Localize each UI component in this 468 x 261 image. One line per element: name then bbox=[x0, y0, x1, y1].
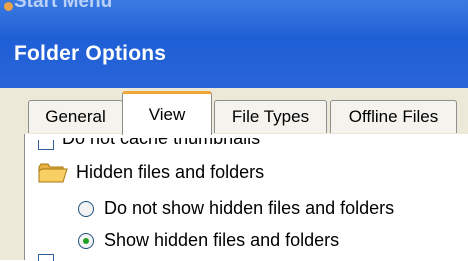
tab-file-types[interactable]: File Types bbox=[214, 100, 327, 133]
tab-offline-files-label: Offline Files bbox=[348, 107, 439, 126]
start-menu-icon bbox=[4, 2, 13, 11]
tab-general[interactable]: General bbox=[28, 100, 123, 133]
title-bar[interactable]: Start Menu Folder Options bbox=[0, 0, 468, 88]
option-label: Do not show hidden files and folders bbox=[104, 198, 395, 218]
tab-file-types-label: File Types bbox=[231, 107, 310, 126]
tab-view[interactable]: View bbox=[122, 91, 212, 135]
checkbox-icon[interactable] bbox=[38, 140, 54, 150]
folder-icon bbox=[38, 163, 68, 183]
window-title: Folder Options bbox=[14, 42, 167, 65]
tab-offline-files[interactable]: Offline Files bbox=[330, 100, 457, 133]
radio-button-icon[interactable] bbox=[78, 200, 94, 217]
background-window-title: Start Menu bbox=[14, 0, 113, 12]
tab-general-label: General bbox=[45, 107, 106, 126]
hidden-files-group: Hidden files and folders bbox=[38, 162, 264, 183]
option-label: Show hidden files and folders bbox=[104, 230, 340, 250]
tab-view-label: View bbox=[148, 104, 186, 124]
option-show-hidden[interactable]: Show hidden files and folders bbox=[78, 230, 339, 251]
option-do-not-show-hidden[interactable]: Do not show hidden files and folders bbox=[78, 198, 394, 219]
hidden-files-group-label: Hidden files and folders bbox=[76, 162, 265, 182]
radio-button-selected-icon[interactable] bbox=[78, 232, 94, 249]
